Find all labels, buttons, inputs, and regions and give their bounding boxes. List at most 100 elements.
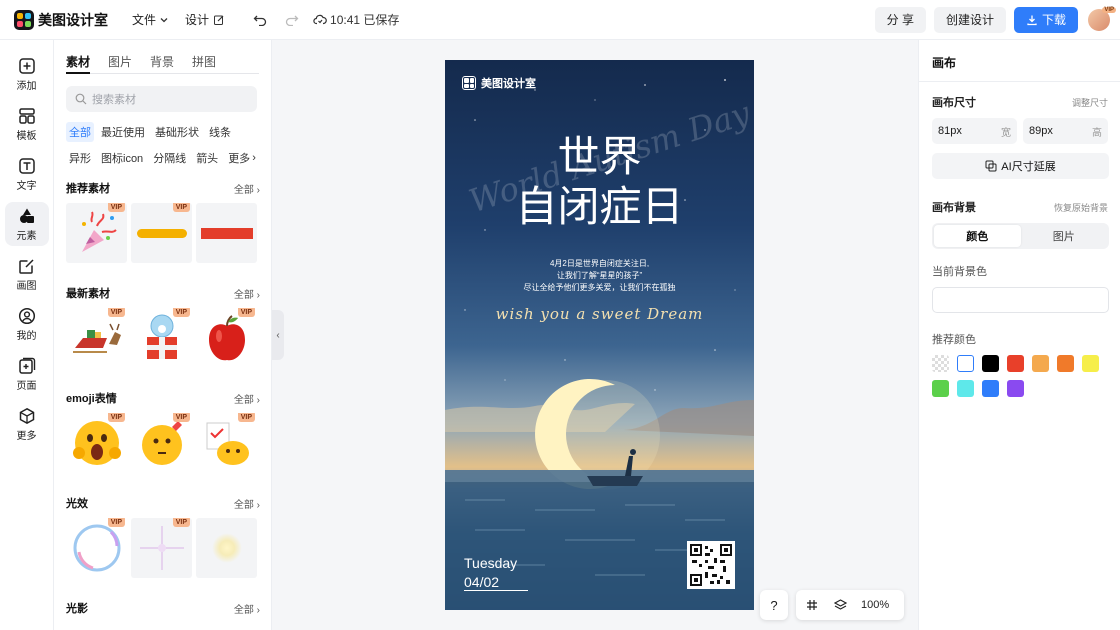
rail-label: 我的 bbox=[16, 330, 37, 342]
poster-title: 世界 自闭症日 bbox=[445, 132, 754, 232]
rail-item-text[interactable]: 文字 bbox=[5, 152, 49, 196]
see-all-link[interactable]: 全部 › bbox=[234, 601, 260, 616]
app-logo[interactable]: 美图设计室 bbox=[14, 9, 108, 30]
plus-square-icon bbox=[18, 57, 35, 74]
asset-thumb-emoji-shocked[interactable]: VIP bbox=[66, 413, 127, 473]
grid-icon[interactable] bbox=[806, 599, 818, 611]
swatch-white[interactable] bbox=[957, 355, 974, 372]
swatch-cyan[interactable] bbox=[957, 380, 974, 397]
zoom-level[interactable]: 100% bbox=[861, 599, 889, 611]
tab-images[interactable]: 图片 bbox=[108, 53, 132, 73]
canvas-poster[interactable]: 美图设计室 World Autism Day 世界 自闭症日 4月2日是世界自闭… bbox=[445, 60, 754, 610]
see-all-label: 全部 bbox=[233, 604, 254, 616]
swatch-light-orange[interactable] bbox=[1032, 355, 1049, 372]
redo-icon[interactable] bbox=[285, 14, 299, 26]
current-bg-color-field[interactable] bbox=[932, 287, 1109, 313]
vip-badge: VIP bbox=[172, 203, 190, 212]
width-value: 81px bbox=[938, 125, 962, 137]
asset-thumb-emoji-thinking[interactable]: VIP bbox=[131, 413, 192, 473]
asset-thumb-bubble[interactable]: VIP bbox=[66, 518, 127, 578]
bg-type-image[interactable]: 图片 bbox=[1021, 225, 1108, 247]
undo-icon[interactable] bbox=[253, 14, 267, 26]
menu-file-label: 文件 bbox=[132, 13, 157, 27]
section-title: emoji表情 bbox=[66, 393, 117, 405]
menu-file[interactable]: 文件 bbox=[132, 11, 169, 28]
poster-brand: 美图设计室 bbox=[462, 75, 536, 91]
rail-item-draw[interactable]: 画图 bbox=[5, 252, 49, 296]
rail-item-elements[interactable]: 元素 bbox=[4, 202, 49, 246]
chip-dividers[interactable]: 分隔线 bbox=[150, 148, 189, 168]
canvas-size-label: 画布尺寸 bbox=[932, 97, 976, 109]
poster-wish-text: wish you a sweet Dream bbox=[495, 305, 704, 323]
swatch-purple[interactable] bbox=[1007, 380, 1024, 397]
height-value: 89px bbox=[1029, 125, 1053, 137]
see-all-label: 全部 bbox=[233, 289, 254, 301]
swatch-red[interactable] bbox=[1007, 355, 1024, 372]
see-all-label: 全部 bbox=[233, 394, 254, 406]
asset-thumb-sleigh[interactable]: VIP bbox=[66, 308, 127, 368]
download-button[interactable]: 下载 bbox=[1013, 6, 1078, 33]
chip-basic-shapes[interactable]: 基础形状 bbox=[152, 122, 202, 142]
share-button[interactable]: 分 享 bbox=[874, 6, 926, 33]
ai-extend-button[interactable]: AI尺寸延展 bbox=[932, 153, 1109, 179]
see-all-link[interactable]: 全部 › bbox=[234, 496, 260, 511]
asset-thumb-brush-stroke[interactable]: VIP bbox=[131, 203, 192, 263]
asset-thumb-snow-globe-gift[interactable]: VIP bbox=[131, 308, 192, 368]
rail-item-more[interactable]: 更多 bbox=[5, 402, 49, 446]
asset-thumb-apple[interactable]: VIP bbox=[196, 308, 257, 368]
see-all-link[interactable]: 全部 › bbox=[234, 391, 260, 406]
chip-icons[interactable]: 图标icon bbox=[98, 148, 146, 168]
layers-icon[interactable] bbox=[834, 599, 847, 611]
page-add-icon bbox=[18, 357, 35, 374]
search-input[interactable]: 搜索素材 bbox=[66, 86, 257, 112]
asset-thumb-red-bar[interactable] bbox=[196, 203, 257, 263]
bg-type-toggle: 颜色 图片 bbox=[932, 223, 1109, 249]
swatch-black[interactable] bbox=[982, 355, 999, 372]
section-title: 光效 bbox=[66, 498, 88, 510]
adjust-size-link[interactable]: 调整尺寸 bbox=[1072, 96, 1108, 109]
bg-type-color[interactable]: 颜色 bbox=[934, 225, 1021, 247]
asset-thumb-glow[interactable] bbox=[196, 518, 257, 578]
asset-thumb-emoji-checklist[interactable]: VIP bbox=[196, 413, 257, 473]
swatch-yellow[interactable] bbox=[1082, 355, 1099, 372]
width-field[interactable]: 81px 宽 bbox=[932, 118, 1017, 144]
avatar[interactable]: VIP bbox=[1088, 6, 1116, 31]
create-design-button[interactable]: 创建设计 bbox=[933, 6, 1006, 33]
swatch-blue[interactable] bbox=[982, 380, 999, 397]
rail-item-add[interactable]: 添加 bbox=[5, 52, 49, 96]
chip-arrows[interactable]: 箭头 bbox=[193, 148, 221, 168]
tab-backgrounds[interactable]: 背景 bbox=[150, 53, 174, 73]
see-all-link[interactable]: 全部 › bbox=[234, 181, 260, 196]
canvas-bg-label: 画布背景 bbox=[932, 202, 976, 214]
rail-item-pages[interactable]: 页面 bbox=[5, 352, 49, 396]
size-inputs: 81px 宽 89px 高 bbox=[932, 118, 1120, 144]
swatch-orange[interactable] bbox=[1057, 355, 1074, 372]
see-all-link[interactable]: 全部 › bbox=[234, 286, 260, 301]
canvas-size-header: 画布尺寸 调整尺寸 bbox=[932, 94, 1108, 110]
swatch-transparent[interactable] bbox=[932, 355, 949, 372]
color-swatches bbox=[932, 355, 1112, 405]
section-title: 光影 bbox=[66, 603, 88, 615]
menu-design[interactable]: 设计 bbox=[185, 11, 225, 28]
height-field[interactable]: 89px 高 bbox=[1023, 118, 1108, 144]
help-label: ? bbox=[770, 597, 778, 613]
restore-bg-link[interactable]: 恢复原始背景 bbox=[1054, 201, 1108, 214]
height-unit: 高 bbox=[1092, 127, 1102, 139]
rail-item-mine[interactable]: 我的 bbox=[5, 302, 49, 346]
glow-shape bbox=[211, 533, 242, 563]
swatch-green[interactable] bbox=[932, 380, 949, 397]
chip-all[interactable]: 全部 bbox=[66, 122, 94, 142]
chip-more[interactable]: 更多 › bbox=[225, 148, 259, 168]
tab-materials[interactable]: 素材 bbox=[66, 53, 91, 74]
chip-recent[interactable]: 最近使用 bbox=[98, 122, 148, 142]
asset-thumb-sparkle[interactable]: VIP bbox=[131, 518, 192, 578]
chip-more-label: 更多 bbox=[228, 153, 251, 165]
panel-collapse-handle[interactable]: ‹ bbox=[272, 310, 284, 360]
help-button[interactable]: ? bbox=[760, 590, 788, 620]
shapes-icon bbox=[19, 208, 34, 223]
asset-thumb-party-popper[interactable]: VIP bbox=[66, 203, 127, 263]
chip-lines[interactable]: 线条 bbox=[206, 122, 234, 142]
rail-item-template[interactable]: 模板 bbox=[5, 102, 49, 146]
tab-collage[interactable]: 拼图 bbox=[192, 53, 216, 73]
chip-irregular[interactable]: 异形 bbox=[66, 148, 94, 168]
